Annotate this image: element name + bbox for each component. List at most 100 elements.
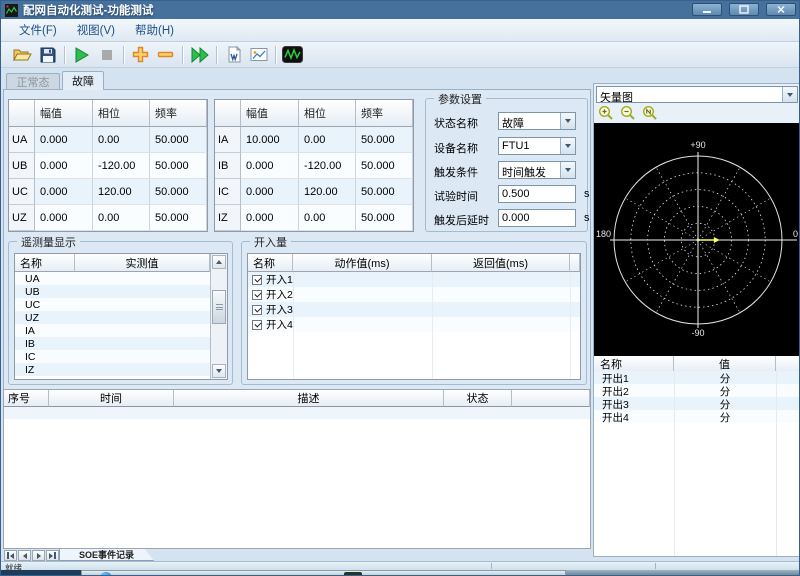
col-header-name[interactable]: 名称 (15, 254, 75, 272)
col-header-measured-value[interactable]: 实测值 (75, 254, 210, 272)
digital-input-row[interactable]: 开入1 (248, 272, 580, 287)
test-time-input[interactable] (498, 185, 576, 203)
minimize-button[interactable] (692, 3, 722, 16)
col-header-frequency[interactable]: 频率 (356, 100, 413, 127)
trigger-delay-input[interactable] (498, 209, 576, 227)
view-selector-combobox[interactable]: 矢量图 (596, 86, 798, 103)
tab-normal-state[interactable]: 正常态 (6, 73, 60, 90)
cell-phase[interactable]: 0.00 (93, 205, 150, 231)
first-page-button[interactable] (4, 550, 17, 561)
run-all-button[interactable] (187, 44, 212, 66)
telemetry-row[interactable]: IB (15, 337, 210, 350)
cell-phase[interactable]: 0.00 (299, 127, 356, 153)
zoom-in-icon[interactable] (598, 105, 614, 121)
telemetry-row[interactable]: IC (15, 350, 210, 363)
last-page-button[interactable] (46, 550, 59, 561)
cell-phase[interactable]: 120.00 (299, 179, 356, 205)
dropdown-button[interactable] (782, 87, 797, 102)
tab-soe-event-log[interactable]: SOE事件记录 (59, 549, 154, 561)
digital-input-row[interactable]: 开入2 (248, 287, 580, 302)
open-file-button[interactable] (10, 44, 35, 66)
cell-phase[interactable]: -120.00 (93, 153, 150, 179)
save-file-button[interactable] (35, 44, 60, 66)
cell-frequency[interactable]: 50.000 (356, 179, 413, 205)
cell-amplitude[interactable]: 10.000 (241, 127, 299, 153)
checkbox-checked-icon[interactable] (252, 304, 262, 315)
cell-phase[interactable]: 0.00 (299, 205, 356, 231)
device-name-combobox[interactable]: FTU1 (498, 137, 576, 155)
col-header-amplitude[interactable]: 幅值 (241, 100, 299, 127)
menu-help[interactable]: 帮助(H) (125, 19, 184, 41)
remove-state-button[interactable] (153, 44, 178, 66)
cell-frequency[interactable]: 50.000 (356, 127, 413, 153)
col-header-frequency[interactable]: 频率 (150, 100, 207, 127)
telemetry-row[interactable]: IA (15, 324, 210, 337)
cell-phase[interactable]: -120.00 (299, 153, 356, 179)
digital-input-row[interactable]: 开入4 (248, 317, 580, 332)
checkbox-checked-icon[interactable] (252, 319, 262, 330)
digital-output-row[interactable]: 开出3 分 (594, 397, 799, 411)
col-header-time[interactable]: 时间 (49, 390, 174, 407)
digital-output-row[interactable]: 开出2 分 (594, 384, 799, 398)
taskbar-start-area[interactable] (1, 570, 81, 575)
cell-frequency[interactable]: 50.000 (150, 179, 207, 205)
col-header-name[interactable]: 名称 (248, 254, 293, 272)
digital-output-row[interactable]: 开出1 分 (594, 371, 799, 385)
col-header-amplitude[interactable]: 幅值 (35, 100, 93, 127)
telemetry-row[interactable]: UA (15, 272, 210, 285)
col-header-status[interactable]: 状态 (444, 390, 512, 407)
cell-phase[interactable]: 0.00 (93, 127, 150, 153)
prev-page-button[interactable] (18, 550, 31, 561)
tab-fault-state[interactable]: 故障 (62, 71, 104, 90)
col-header-action-value[interactable]: 动作值(ms) (293, 254, 432, 272)
cell-frequency[interactable]: 50.000 (356, 153, 413, 179)
cell-amplitude[interactable]: 0.000 (35, 179, 93, 205)
telemetry-row[interactable]: UB (15, 285, 210, 298)
windows-taskbar[interactable] (1, 570, 799, 575)
titlebar[interactable]: 配网自动化测试-功能测试 (1, 1, 799, 19)
checkbox-checked-icon[interactable] (252, 274, 262, 285)
zoom-out-icon[interactable] (620, 105, 636, 121)
cell-amplitude[interactable]: 0.000 (35, 127, 93, 153)
scroll-down-button[interactable] (212, 364, 226, 378)
cell-frequency[interactable]: 50.000 (150, 205, 207, 231)
close-button[interactable] (766, 3, 796, 16)
telemetry-row[interactable]: UZ (15, 311, 210, 324)
dropdown-button[interactable] (560, 162, 575, 178)
digital-output-row[interactable]: 开出4 分 (594, 410, 799, 424)
telemetry-row[interactable]: UC (15, 298, 210, 311)
menu-file[interactable]: 文件(F) (9, 19, 67, 41)
dropdown-button[interactable] (560, 138, 575, 154)
next-page-button[interactable] (32, 550, 45, 561)
cell-amplitude[interactable]: 0.000 (241, 179, 299, 205)
cell-amplitude[interactable]: 0.000 (35, 205, 93, 231)
menu-view[interactable]: 视图(V) (67, 19, 125, 41)
telemetry-scrollbar[interactable] (210, 254, 227, 379)
start-test-button[interactable] (69, 44, 94, 66)
cell-frequency[interactable]: 50.000 (356, 205, 413, 231)
scroll-up-button[interactable] (212, 255, 226, 269)
col-header-phase[interactable]: 相位 (93, 100, 150, 127)
col-header-return-value[interactable]: 返回值(ms) (432, 254, 570, 272)
state-name-combobox[interactable]: 故障 (498, 112, 576, 130)
dropdown-button[interactable] (560, 113, 575, 129)
trigger-condition-combobox[interactable]: 时间触发 (498, 161, 576, 179)
zoom-reset-icon[interactable] (642, 105, 658, 121)
stop-test-button[interactable] (94, 44, 119, 66)
waveform-view-button[interactable] (280, 44, 305, 66)
col-header-description[interactable]: 描述 (174, 390, 444, 407)
col-header-phase[interactable]: 相位 (299, 100, 356, 127)
telemetry-row[interactable]: IZ (15, 363, 210, 376)
checkbox-checked-icon[interactable] (252, 289, 262, 300)
export-report-button[interactable] (246, 44, 271, 66)
add-state-button[interactable] (128, 44, 153, 66)
scrollbar-thumb[interactable] (212, 290, 226, 324)
cell-frequency[interactable]: 50.000 (150, 153, 207, 179)
cell-amplitude[interactable]: 0.000 (241, 153, 299, 179)
cell-amplitude[interactable]: 0.000 (35, 153, 93, 179)
export-word-button[interactable] (221, 44, 246, 66)
cell-phase[interactable]: 120.00 (93, 179, 150, 205)
maximize-button[interactable] (729, 3, 759, 16)
col-header-index[interactable]: 序号 (4, 390, 49, 407)
cell-frequency[interactable]: 50.000 (150, 127, 207, 153)
